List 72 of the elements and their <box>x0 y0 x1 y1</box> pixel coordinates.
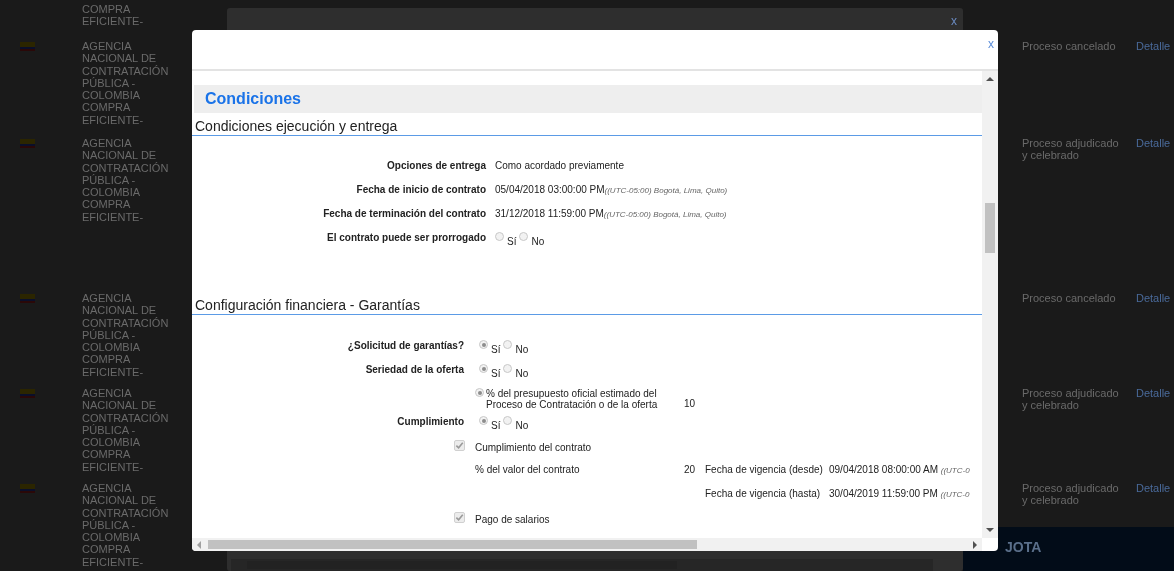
field-label: Fecha de vigencia (hasta) <box>704 488 822 501</box>
detail-link[interactable]: Detalle <box>1136 482 1174 495</box>
agency-name: COMPRA EFICIENTE- <box>82 3 145 28</box>
flag-icon <box>20 294 35 303</box>
field-label: El contrato puede ser prorrogado <box>326 232 487 245</box>
field-label: ¿Solicitud de garantías? <box>346 340 465 354</box>
flag-icon <box>20 389 35 398</box>
time-zone: ((UTC-0 <box>940 490 970 499</box>
time-zone: ((UTC-05:00) Bogotá, Lima, Quito) <box>603 210 727 219</box>
radio-button[interactable] <box>475 388 484 397</box>
field-label: Fecha de vigencia (desde) <box>704 464 824 477</box>
agency-name: AGENCIA NACIONAL DE CONTRATACIÓN PÚBLICA - COLOMBIA COMPRA EFICIENTE- <box>82 482 170 569</box>
radio-label: No <box>515 344 529 355</box>
time-zone: ((UTC-05:00) Bogotá, Lima, Quito) <box>604 186 728 195</box>
process-status: Proceso adjudicado y celebrado <box>1022 137 1120 162</box>
horizontal-scrollbar[interactable] <box>192 538 982 551</box>
modal-title: Condiciones <box>205 90 301 108</box>
field-label: Fecha de terminación del contrato <box>322 208 487 221</box>
vertical-scrollbar[interactable] <box>982 71 998 538</box>
radio-label: Sí <box>491 420 501 431</box>
radio-button[interactable] <box>479 340 488 349</box>
footer-text: JOTA <box>1005 539 1042 555</box>
section-heading: Condiciones ejecución y entrega <box>192 113 982 136</box>
radio-button[interactable] <box>503 364 513 373</box>
close-button[interactable]: x <box>951 14 957 28</box>
radio-button[interactable] <box>503 340 513 349</box>
section-heading: Configuración financiera - Garantías <box>192 292 982 315</box>
detail-link[interactable]: Detalle <box>1136 40 1174 53</box>
radio-label: No <box>515 368 529 379</box>
field-label: Seriedad de la oferta <box>364 364 465 377</box>
percentage-value: 10 <box>682 397 695 411</box>
agency-name: AGENCIA NACIONAL DE CONTRATACIÓN PÚBLICA - COLOMBIA COMPRA EFICIENTE- <box>82 40 170 127</box>
radio-label: No <box>515 420 529 431</box>
radio-label: Sí <box>491 368 501 379</box>
option-text: % del presupuesto oficial estimado del Proceso de Contratación o de la oferta <box>486 388 659 410</box>
field-value: Como acordado previamente <box>495 160 624 171</box>
checkbox[interactable] <box>454 440 465 451</box>
agency-name: AGENCIA NACIONAL DE CONTRATACIÓN PÚBLICA - COLOMBIA COMPRA EFICIENTE- <box>82 292 170 379</box>
field-label: Fecha de inicio de contrato <box>355 184 487 197</box>
field-value: 09/04/2018 08:00:00 AM <box>829 464 938 475</box>
radio-label: Sí <box>507 236 517 247</box>
checkbox[interactable] <box>454 512 465 523</box>
radio-button[interactable] <box>479 364 488 373</box>
radio-label: No <box>531 236 545 247</box>
detail-link[interactable]: Detalle <box>1136 137 1174 150</box>
agency-name: AGENCIA NACIONAL DE CONTRATACIÓN PÚBLICA - COLOMBIA COMPRA EFICIENTE- <box>82 137 170 224</box>
agency-name: AGENCIA NACIONAL DE CONTRATACIÓN PÚBLICA - COLOMBIA COMPRA EFICIENTE- <box>82 387 170 474</box>
process-status: Proceso adjudicado y celebrado <box>1022 387 1120 412</box>
flag-icon <box>20 42 35 51</box>
detail-link[interactable]: Detalle <box>1136 387 1174 400</box>
detail-link[interactable]: Detalle <box>1136 292 1174 305</box>
radio-label: Sí <box>491 344 501 355</box>
field-value: 31/12/2018 11:59:00 PM <box>495 208 604 219</box>
process-status: Proceso adjudicado y celebrado <box>1022 482 1120 507</box>
process-status: Proceso cancelado <box>1022 40 1117 53</box>
process-status: Proceso cancelado <box>1022 292 1117 305</box>
radio-button[interactable] <box>503 416 513 425</box>
field-value: 05/04/2018 03:00:00 PM <box>495 184 605 195</box>
radio-button[interactable] <box>495 232 504 241</box>
percentage-value: 20 <box>683 464 695 475</box>
radio-button[interactable] <box>479 416 488 425</box>
field-label: % del valor del contrato <box>475 464 580 475</box>
field-label: Cumplimiento <box>396 416 465 429</box>
radio-button[interactable] <box>519 232 529 241</box>
flag-icon <box>20 139 35 148</box>
close-button[interactable]: x <box>988 37 994 51</box>
field-value: 30/04/2019 11:59:00 PM <box>829 488 938 499</box>
checkbox-label: Cumplimiento del contrato <box>475 441 592 455</box>
flag-icon <box>20 484 35 493</box>
field-label: Opciones de entrega <box>386 160 487 173</box>
checkbox-label: Pago de salarios <box>475 513 550 527</box>
time-zone: ((UTC-0 <box>940 466 970 475</box>
